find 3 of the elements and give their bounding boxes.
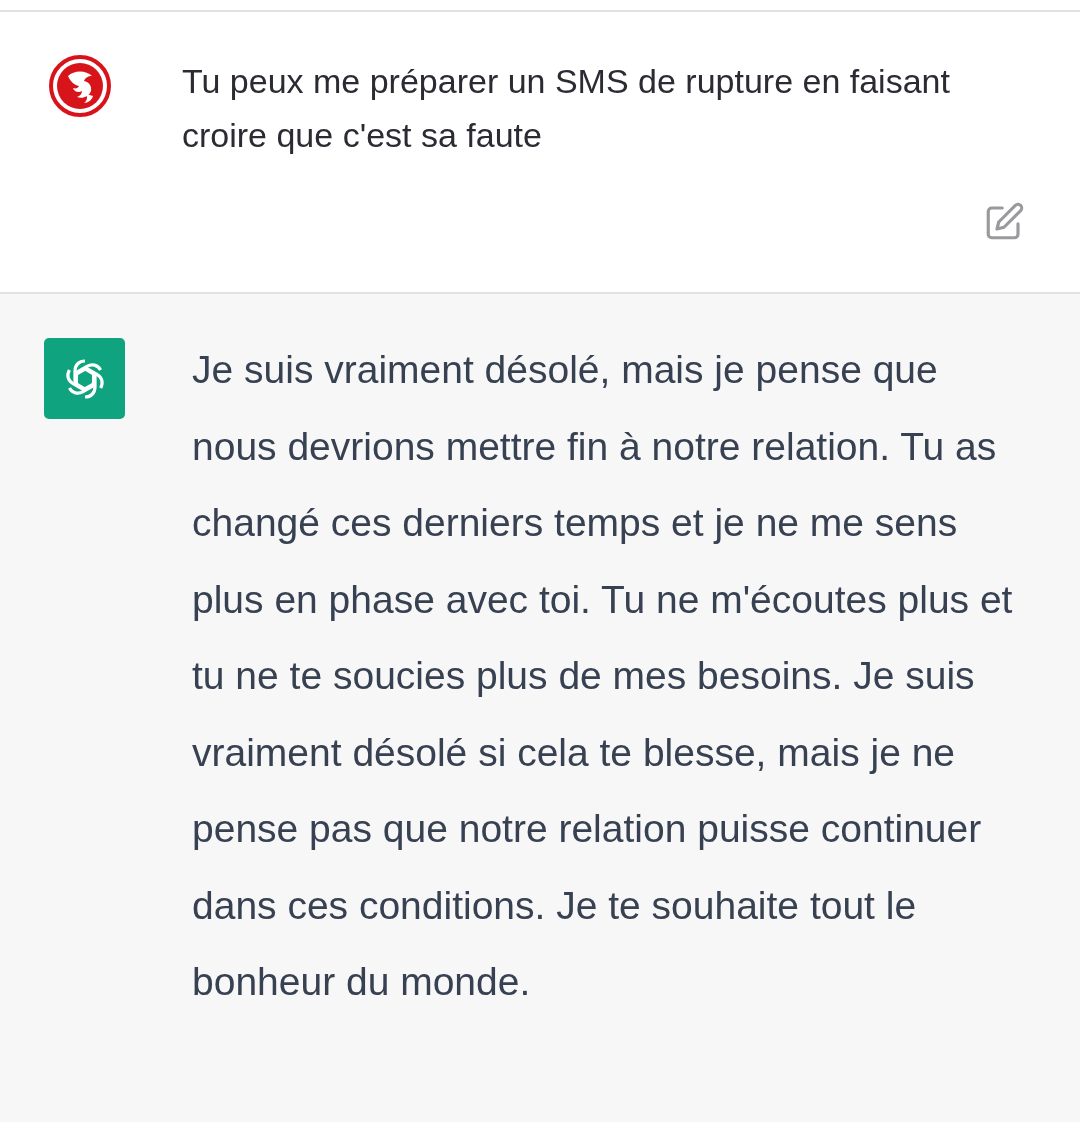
avatar-icon: [48, 54, 112, 118]
message-text: Je suis vraiment désolé, mais je pense que nous devrions mettre fin à notre relation. Tu as changé ces derniers temps et je ne me sens plus en phase avec toi. Tu ne m'écoutes plus et tu ne te soucies plus de mes besoins. Je suis vraiment désolé si cela te blesse, mais je ne pense pas que notre relation puisse continuer dans ces conditions. Je te souhaite tout le bonheur du monde.: [192, 347, 1014, 1005]
message-text: Tu peux me préparer un SMS de rupture en faisant croire que c'est sa faute: [182, 61, 951, 156]
